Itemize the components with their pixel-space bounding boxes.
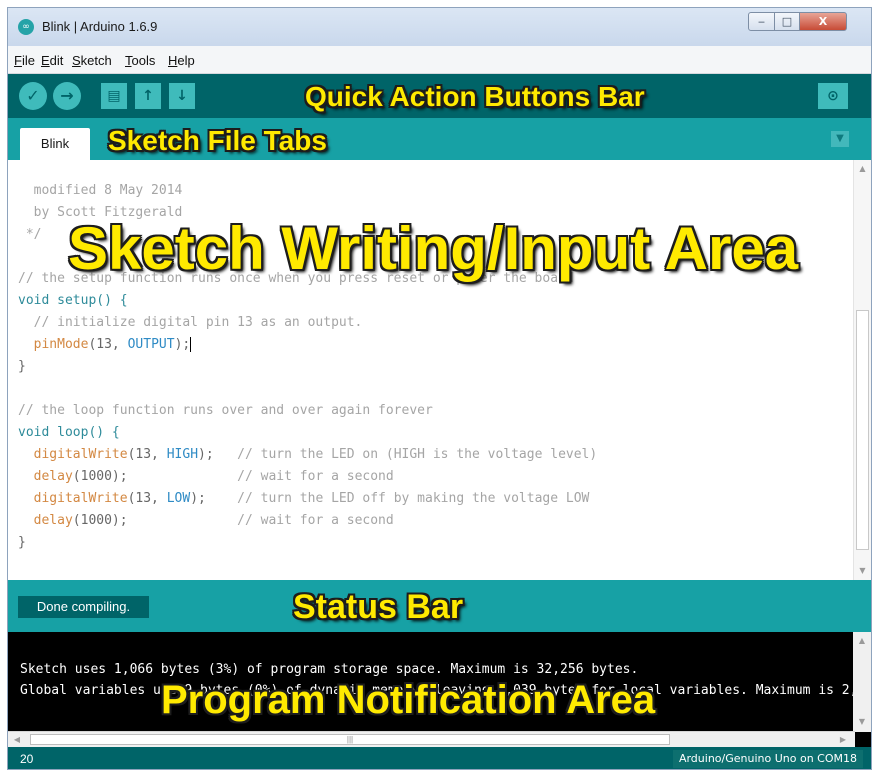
- title-bar[interactable]: ∞ Blink | Arduino 1.6.9 ‒ □ X: [8, 8, 871, 46]
- status-message: Done compiling.: [18, 596, 149, 618]
- console-horizontal-scrollbar[interactable]: ◀ ||| ▶: [8, 731, 855, 747]
- menu-sketch[interactable]: Sketch: [72, 53, 112, 68]
- tab-menu-dropdown-icon[interactable]: ▼: [831, 131, 849, 147]
- menu-help[interactable]: Help: [168, 53, 195, 68]
- menu-tools[interactable]: Tools: [125, 53, 155, 68]
- editor-scroll-thumb[interactable]: [856, 310, 869, 550]
- menu-edit[interactable]: Edit: [41, 53, 63, 68]
- annotation-notification-area: Program Notification Area: [161, 678, 656, 722]
- cursor-line-number: 20: [20, 752, 34, 766]
- annotation-sketch-area: Sketch Writing/Input Area: [68, 215, 799, 282]
- code-line: void setup() {: [18, 293, 128, 308]
- scroll-right-icon[interactable]: ▶: [838, 735, 848, 744]
- new-sketch-icon[interactable]: ▤: [101, 83, 127, 109]
- annotation-status-bar: Status Bar: [293, 588, 464, 626]
- scroll-up-icon[interactable]: ▲: [853, 636, 871, 645]
- tab-blink[interactable]: Blink: [20, 128, 90, 160]
- editor-vertical-scrollbar[interactable]: ▲ ▼: [853, 160, 871, 580]
- window-title: Blink | Arduino 1.6.9: [42, 19, 158, 34]
- console-line: Sketch uses 1,066 bytes (3%) of program …: [20, 662, 639, 677]
- menu-file[interactable]: File: [14, 53, 35, 68]
- code-line: // initialize digital pin 13 as an outpu…: [18, 315, 363, 330]
- console-vertical-scrollbar[interactable]: ▲ ▼: [853, 632, 871, 732]
- upload-icon[interactable]: →: [53, 82, 81, 110]
- serial-monitor-icon[interactable]: ⊙: [818, 83, 848, 109]
- menu-bar: File Edit Sketch Tools Help: [8, 46, 871, 74]
- footer-bar: 20 Arduino/Genuino Uno on COM18: [8, 747, 871, 769]
- code-line: delay(1000); // wait for a second: [33, 469, 394, 484]
- text-cursor: [190, 337, 192, 352]
- code-line: }: [18, 535, 26, 550]
- code-line: // the loop function runs over and over …: [18, 403, 433, 418]
- arduino-ide-window: ∞ Blink | Arduino 1.6.9 ‒ □ X File Edit …: [7, 7, 872, 770]
- code-line: digitalWrite(13, LOW); // turn the LED o…: [33, 491, 590, 506]
- arduino-logo-icon: ∞: [18, 19, 34, 35]
- scroll-down-icon[interactable]: ▼: [853, 717, 871, 726]
- scroll-down-icon[interactable]: ▼: [854, 566, 871, 575]
- annotation-quick-action-bar: Quick Action Buttons Bar: [305, 81, 645, 112]
- code-line: delay(1000); // wait for a second: [33, 513, 394, 528]
- open-sketch-icon[interactable]: ↑: [135, 83, 161, 109]
- annotation-sketch-tabs: Sketch File Tabs: [108, 125, 327, 156]
- code-line: void loop() {: [18, 425, 120, 440]
- code-line: digitalWrite(13, HIGH); // turn the LED …: [33, 447, 598, 462]
- code-line: }: [18, 359, 26, 374]
- close-button[interactable]: X: [799, 12, 847, 31]
- scroll-left-icon[interactable]: ◀: [12, 735, 22, 744]
- code-line: pinMode(13, OUTPUT);: [33, 337, 192, 352]
- verify-icon[interactable]: ✓: [19, 82, 47, 110]
- board-port-indicator: Arduino/Genuino Uno on COM18: [672, 750, 863, 768]
- console-scroll-thumb[interactable]: |||: [30, 734, 670, 745]
- code-line: modified 8 May 2014: [18, 183, 183, 198]
- scroll-up-icon[interactable]: ▲: [854, 164, 871, 173]
- minimize-button[interactable]: ‒: [748, 12, 775, 31]
- maximize-button[interactable]: □: [774, 12, 800, 31]
- save-sketch-icon[interactable]: ↓: [169, 83, 195, 109]
